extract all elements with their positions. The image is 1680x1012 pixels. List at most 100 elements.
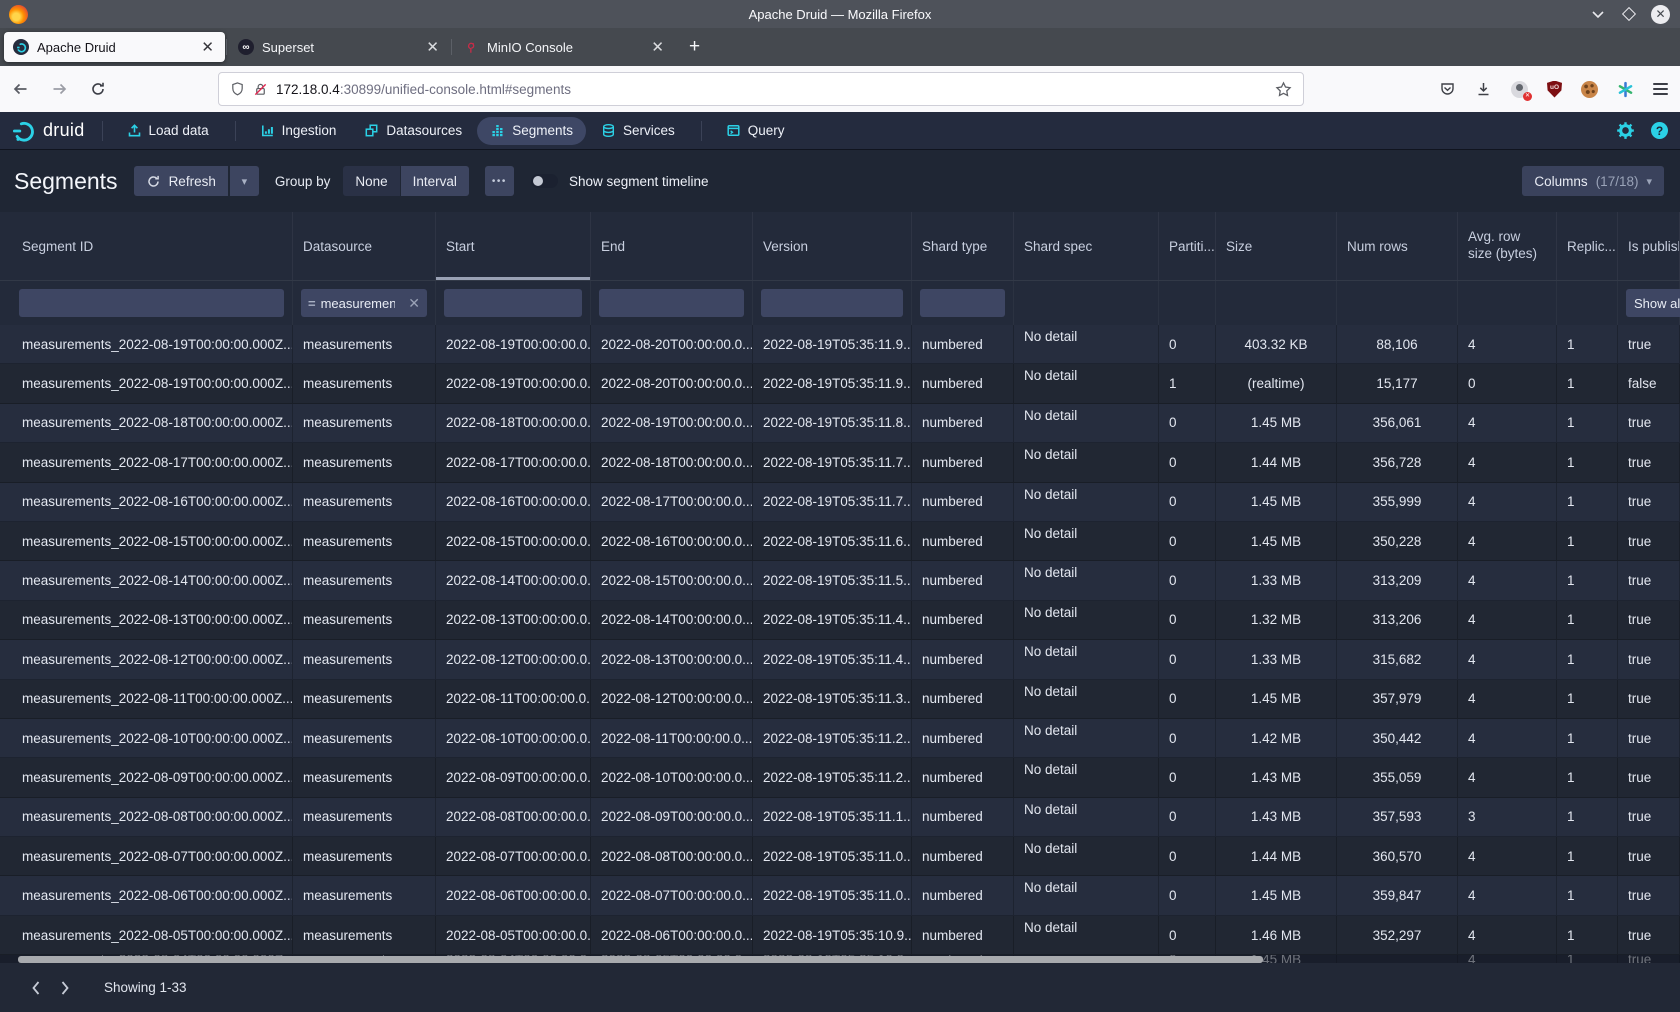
menu-button[interactable] <box>1653 83 1668 94</box>
horizontal-scrollbar[interactable] <box>0 955 1680 963</box>
cell-size[interactable]: 1.33 MB <box>1216 561 1337 599</box>
cell-end[interactable]: 2022-08-08T00:00:00.0... <box>591 837 753 875</box>
cell-is-published[interactable]: false <box>1618 364 1680 402</box>
cell-replication[interactable]: 1 <box>1557 522 1618 560</box>
cell-partition[interactable]: 0 <box>1159 522 1216 560</box>
cell-end[interactable]: 2022-08-19T00:00:00.0... <box>591 404 753 442</box>
cell-num-rows[interactable]: 356,728 <box>1337 443 1458 481</box>
cell-is-published[interactable]: true <box>1618 916 1680 954</box>
cell-version[interactable]: 2022-08-19T05:35:11.4... <box>753 640 912 678</box>
cell-is-published[interactable]: true <box>1618 680 1680 718</box>
cell-segment-id[interactable]: measurements_2022-08-16T00:00:00.000Z... <box>0 483 293 521</box>
cell-replication[interactable]: 1 <box>1557 483 1618 521</box>
cell-num-rows[interactable]: 315,682 <box>1337 640 1458 678</box>
cell-num-rows[interactable]: 357,979 <box>1337 680 1458 718</box>
cell-end[interactable]: 2022-08-07T00:00:00.0... <box>591 876 753 914</box>
cell-start[interactable]: 2022-08-17T00:00:00.0... <box>436 443 591 481</box>
filter-input-end[interactable] <box>599 289 744 317</box>
cell-num-rows[interactable]: 360,570 <box>1337 837 1458 875</box>
cell-end[interactable]: 2022-08-06T00:00:00.0... <box>591 916 753 954</box>
cell-start[interactable]: 2022-08-15T00:00:00.0... <box>436 522 591 560</box>
ublock-extension-icon[interactable]: uO <box>1547 81 1562 98</box>
cell-start[interactable]: 2022-08-19T00:00:00.0... <box>436 364 591 402</box>
cell-avg-row-size[interactable]: 4 <box>1458 837 1557 875</box>
column-header-shard-spec[interactable]: Shard spec <box>1014 212 1159 280</box>
column-header-shard-type[interactable]: Shard type <box>912 212 1014 280</box>
cell-version[interactable]: 2022-08-19T05:35:11.9... <box>753 364 912 402</box>
cell-replication[interactable]: 1 <box>1557 404 1618 442</box>
cell-end[interactable]: 2022-08-16T00:00:00.0... <box>591 522 753 560</box>
cell-size[interactable]: 403.32 KB <box>1216 325 1337 363</box>
column-header-is-published[interactable]: Is published <box>1618 212 1680 280</box>
cell-shard-type[interactable]: numbered <box>912 916 1014 954</box>
cell-shard-type[interactable]: numbered <box>912 758 1014 796</box>
nav-item-ingestion[interactable]: Ingestion <box>247 117 350 145</box>
cell-num-rows[interactable]: 352,297 <box>1337 916 1458 954</box>
cell-datasource[interactable]: measurements <box>293 640 436 678</box>
cell-shard-type[interactable]: numbered <box>912 680 1014 718</box>
column-header-num-rows[interactable]: Num rows <box>1337 212 1458 280</box>
help-icon[interactable]: ? <box>1651 122 1668 139</box>
cell-segment-id[interactable]: measurements_2022-08-11T00:00:00.000Z... <box>0 680 293 718</box>
cell-num-rows[interactable]: 350,228 <box>1337 522 1458 560</box>
druid-logo[interactable]: druid <box>12 119 85 143</box>
cell-partition[interactable]: 0 <box>1159 719 1216 757</box>
new-tab-button[interactable]: + <box>679 36 710 58</box>
cell-start[interactable]: 2022-08-12T00:00:00.0... <box>436 640 591 678</box>
cell-size[interactable]: 1.33 MB <box>1216 640 1337 678</box>
prev-page-button[interactable] <box>20 980 50 996</box>
cell-avg-row-size[interactable]: 4 <box>1458 680 1557 718</box>
cell-partition[interactable]: 0 <box>1159 325 1216 363</box>
cell-replication[interactable]: 1 <box>1557 876 1618 914</box>
cell-is-published[interactable]: true <box>1618 640 1680 678</box>
cell-shard-spec[interactable]: No detail <box>1014 325 1159 363</box>
cell-avg-row-size[interactable]: 4 <box>1458 325 1557 363</box>
cell-replication[interactable]: 1 <box>1557 640 1618 678</box>
cell-segment-id[interactable]: measurements_2022-08-14T00:00:00.000Z... <box>0 561 293 599</box>
column-header-version[interactable]: Version <box>753 212 912 280</box>
cell-shard-spec[interactable]: No detail <box>1014 837 1159 875</box>
cell-shard-spec[interactable]: No detail <box>1014 601 1159 639</box>
cell-start[interactable]: 2022-08-10T00:00:00.0... <box>436 719 591 757</box>
cookie-extension-icon[interactable] <box>1581 81 1598 98</box>
reload-button[interactable] <box>90 81 106 97</box>
cell-is-published[interactable]: true <box>1618 719 1680 757</box>
column-header-replication[interactable]: Replic... <box>1557 212 1618 280</box>
cell-replication[interactable]: 1 <box>1557 325 1618 363</box>
refresh-button[interactable]: Refresh <box>134 166 228 196</box>
cell-datasource[interactable]: measurements <box>293 876 436 914</box>
cell-is-published[interactable]: true <box>1618 404 1680 442</box>
cell-start[interactable]: 2022-08-09T00:00:00.0... <box>436 758 591 796</box>
minimize-button[interactable] <box>1589 5 1607 23</box>
settings-gear-icon[interactable] <box>1616 121 1635 140</box>
column-header-avg-row-size[interactable]: Avg. row size (bytes) <box>1458 212 1557 280</box>
cell-version[interactable]: 2022-08-19T05:35:11.5... <box>753 561 912 599</box>
cell-partition[interactable]: 0 <box>1159 798 1216 836</box>
cell-size[interactable]: 1.45 MB <box>1216 680 1337 718</box>
cell-datasource[interactable]: measurements <box>293 443 436 481</box>
cell-is-published[interactable]: true <box>1618 325 1680 363</box>
cell-replication[interactable]: 1 <box>1557 916 1618 954</box>
cell-end[interactable]: 2022-08-13T00:00:00.0... <box>591 640 753 678</box>
filter-input-start[interactable] <box>444 289 582 317</box>
cell-shard-type[interactable]: numbered <box>912 640 1014 678</box>
cell-num-rows[interactable]: 355,059 <box>1337 758 1458 796</box>
cell-shard-type[interactable]: numbered <box>912 561 1014 599</box>
cell-size[interactable]: 1.43 MB <box>1216 798 1337 836</box>
cell-avg-row-size[interactable]: 4 <box>1458 404 1557 442</box>
cell-segment-id[interactable]: measurements_2022-08-15T00:00:00.000Z... <box>0 522 293 560</box>
more-options-button[interactable]: ••• <box>485 166 514 196</box>
cell-partition[interactable]: 0 <box>1159 443 1216 481</box>
cell-shard-spec[interactable]: No detail <box>1014 640 1159 678</box>
filter-input-version[interactable] <box>761 289 903 317</box>
cell-shard-spec[interactable]: No detail <box>1014 404 1159 442</box>
cell-shard-spec[interactable]: No detail <box>1014 916 1159 954</box>
cell-start[interactable]: 2022-08-11T00:00:00.0... <box>436 680 591 718</box>
cell-segment-id[interactable]: measurements_2022-08-08T00:00:00.000Z... <box>0 798 293 836</box>
column-header-datasource[interactable]: Datasource <box>293 212 436 280</box>
nav-item-query[interactable]: Query <box>713 117 798 145</box>
cell-size[interactable]: 1.32 MB <box>1216 601 1337 639</box>
cell-shard-spec[interactable]: No detail <box>1014 758 1159 796</box>
cell-segment-id[interactable]: measurements_2022-08-06T00:00:00.000Z... <box>0 876 293 914</box>
tab-close-icon[interactable]: ✕ <box>424 38 441 56</box>
